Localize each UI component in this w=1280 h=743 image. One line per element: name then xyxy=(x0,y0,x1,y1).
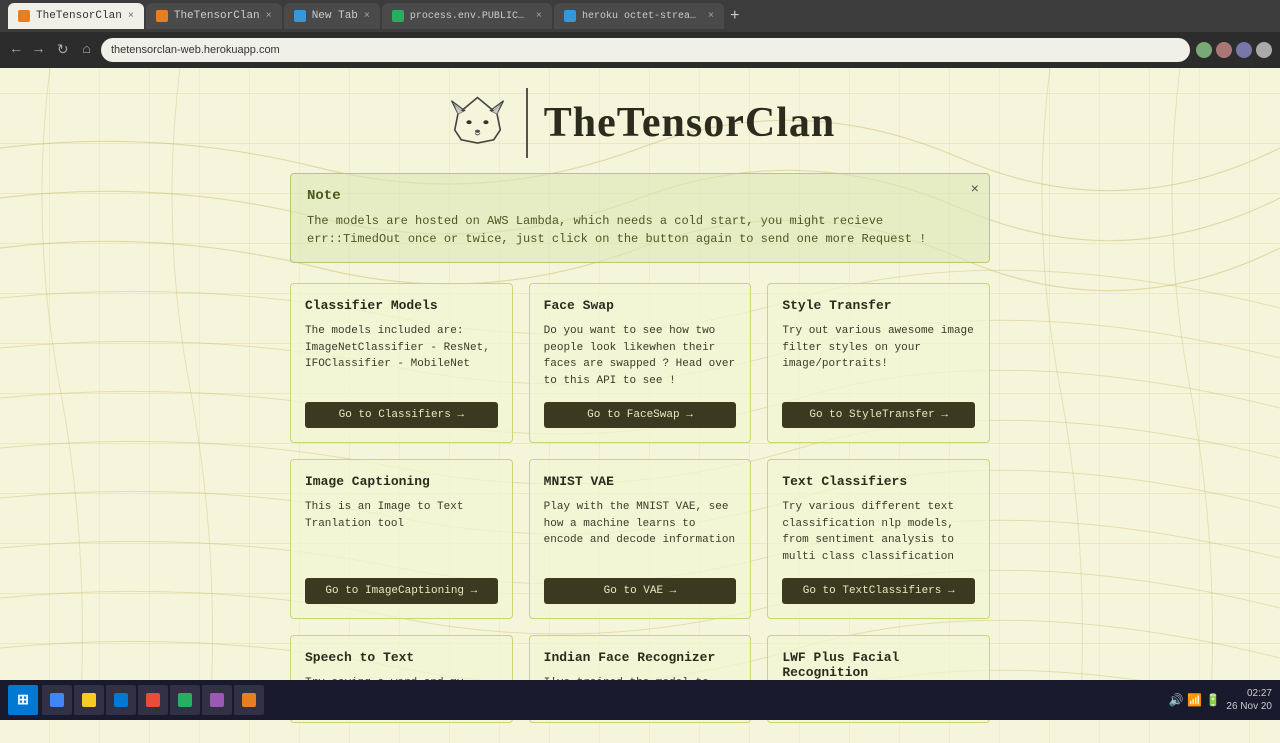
tab-label-5: heroku octet-stream - Google S... xyxy=(582,11,702,22)
card-title-captioning: Image Captioning xyxy=(305,474,498,489)
note-title: Note xyxy=(307,188,953,204)
date: 26 Nov 20 xyxy=(1226,700,1272,713)
tab-favicon-1 xyxy=(18,10,30,22)
card-btn-text[interactable]: Go to TextClassifiers → xyxy=(782,578,975,604)
card-desc-text: Try various different text classificatio… xyxy=(782,499,975,566)
card-title-indian-face: Indian Face Recognizer xyxy=(544,650,737,665)
card-btn-style[interactable]: Go to StyleTransfer → xyxy=(782,402,975,428)
card-style-transfer: Style Transfer Try out various awesome i… xyxy=(767,283,990,443)
site-title: TheTensorClan xyxy=(544,99,836,147)
browser-window: TheTensorClan × TheTensorClan × New Tab … xyxy=(0,0,1280,743)
bookmark-star-icon[interactable] xyxy=(1196,42,1212,58)
app-icon-1 xyxy=(146,693,160,707)
taskbar-item-extra2[interactable] xyxy=(170,685,200,715)
note-box: Note The models are hosted on AWS Lambda… xyxy=(290,173,990,263)
header-divider xyxy=(526,88,528,158)
tab-new-tab[interactable]: New Tab × xyxy=(284,3,380,29)
taskbar-item-extra3[interactable] xyxy=(202,685,232,715)
start-button[interactable]: ⊞ xyxy=(8,685,38,715)
tab-label-1: TheTensorClan xyxy=(36,10,122,22)
chrome-icon xyxy=(50,693,64,707)
card-desc-style: Try out various awesome image filter sty… xyxy=(782,323,975,390)
card-title-text: Text Classifiers xyxy=(782,474,975,489)
tray-icons: 🔊 📶 🔋 xyxy=(1169,693,1221,707)
reload-button[interactable]: ↻ xyxy=(53,40,73,61)
back-button[interactable]: ← xyxy=(8,40,24,60)
tab-favicon-4 xyxy=(392,10,404,22)
menu-icon[interactable] xyxy=(1256,42,1272,58)
site-header: TheTensorClan xyxy=(0,68,1280,173)
card-desc-captioning: This is an Image to Text Tranlation tool xyxy=(305,499,498,566)
cards-grid: Classifier Models The models included ar… xyxy=(290,283,990,723)
card-btn-faceswap[interactable]: Go to FaceSwap → xyxy=(544,402,737,428)
app-icon-2 xyxy=(178,693,192,707)
time: 02:27 xyxy=(1226,687,1272,700)
card-face-swap: Face Swap Do you want to see how two peo… xyxy=(529,283,752,443)
clock: 02:27 26 Nov 20 xyxy=(1226,687,1272,713)
app-icon-3 xyxy=(210,693,224,707)
card-classifier-models: Classifier Models The models included ar… xyxy=(290,283,513,443)
tab-close-1[interactable]: × xyxy=(128,11,134,22)
card-text-classifiers: Text Classifiers Try various different t… xyxy=(767,459,990,619)
taskbar-items xyxy=(42,685,1165,715)
card-mnist-vae: MNIST VAE Play with the MNIST VAE, see h… xyxy=(529,459,752,619)
tab-close-3[interactable]: × xyxy=(364,11,370,22)
taskbar-item-vscode[interactable] xyxy=(106,685,136,715)
note-text: The models are hosted on AWS Lambda, whi… xyxy=(307,212,953,248)
address-bar-row: ← → ↻ ⌂ thetensorclan-web.herokuapp.com xyxy=(0,32,1280,68)
card-btn-captioning[interactable]: Go to ImageCaptioning → xyxy=(305,578,498,604)
card-title-classifier: Classifier Models xyxy=(305,298,498,313)
home-button[interactable]: ⌂ xyxy=(79,40,95,60)
tab-favicon-5 xyxy=(564,10,576,22)
card-btn-classifier[interactable]: Go to Classifiers → xyxy=(305,402,498,428)
card-title-mnist: MNIST VAE xyxy=(544,474,737,489)
new-tab-button[interactable]: + xyxy=(726,7,744,25)
extensions-icon[interactable] xyxy=(1216,42,1232,58)
taskbar-item-chrome[interactable] xyxy=(42,685,72,715)
page-content: TheTensorClan Note The models are hosted… xyxy=(0,68,1280,743)
tab-favicon-2 xyxy=(156,10,168,22)
file-explorer-icon xyxy=(82,693,96,707)
tab-thetensorclan-1[interactable]: TheTensorClan × xyxy=(8,3,144,29)
note-close-button[interactable]: × xyxy=(971,182,979,198)
tab-label-4: process.env.PUBLIC_url heroku... xyxy=(410,11,530,22)
app-icon-4 xyxy=(242,693,256,707)
tab-label-2: TheTensorClan xyxy=(174,10,260,22)
card-desc-classifier: The models included are: ImageNetClassif… xyxy=(305,323,498,390)
vscode-icon xyxy=(114,693,128,707)
profile-icon[interactable] xyxy=(1236,42,1252,58)
tab-close-5[interactable]: × xyxy=(708,11,714,22)
card-btn-mnist[interactable]: Go to VAE → xyxy=(544,578,737,604)
taskbar-tray: 🔊 📶 🔋 02:27 26 Nov 20 xyxy=(1169,687,1272,713)
forward-button[interactable]: → xyxy=(30,40,46,60)
tab-heroku-octet[interactable]: heroku octet-stream - Google S... × xyxy=(554,3,724,29)
taskbar-item-file-explorer[interactable] xyxy=(74,685,104,715)
card-image-captioning: Image Captioning This is an Image to Tex… xyxy=(290,459,513,619)
url-bar[interactable]: thetensorclan-web.herokuapp.com xyxy=(101,38,1190,62)
card-desc-mnist: Play with the MNIST VAE, see how a machi… xyxy=(544,499,737,566)
url-text: thetensorclan-web.herokuapp.com xyxy=(111,44,280,56)
card-desc-faceswap: Do you want to see how two people look l… xyxy=(544,323,737,390)
card-title-faceswap: Face Swap xyxy=(544,298,737,313)
card-title-style: Style Transfer xyxy=(782,298,975,313)
tab-thetensorclan-2[interactable]: TheTensorClan × xyxy=(146,3,282,29)
taskbar: ⊞ 🔊 📶 🔋 02:27 26 Nov 20 xyxy=(0,680,1280,720)
taskbar-item-extra1[interactable] xyxy=(138,685,168,715)
site-logo xyxy=(445,91,510,156)
tab-favicon-3 xyxy=(294,10,306,22)
tab-process-env[interactable]: process.env.PUBLIC_url heroku... × xyxy=(382,3,552,29)
card-title-lwf: LWF Plus Facial Recognition xyxy=(782,650,975,680)
card-title-speech: Speech to Text xyxy=(305,650,498,665)
content-wrapper: TheTensorClan Note The models are hosted… xyxy=(0,68,1280,723)
taskbar-item-extra4[interactable] xyxy=(234,685,264,715)
tab-close-2[interactable]: × xyxy=(266,11,272,22)
tab-bar: TheTensorClan × TheTensorClan × New Tab … xyxy=(0,0,1280,32)
toolbar-icons xyxy=(1196,42,1272,58)
tab-close-4[interactable]: × xyxy=(536,11,542,22)
tab-label-3: New Tab xyxy=(312,10,358,22)
